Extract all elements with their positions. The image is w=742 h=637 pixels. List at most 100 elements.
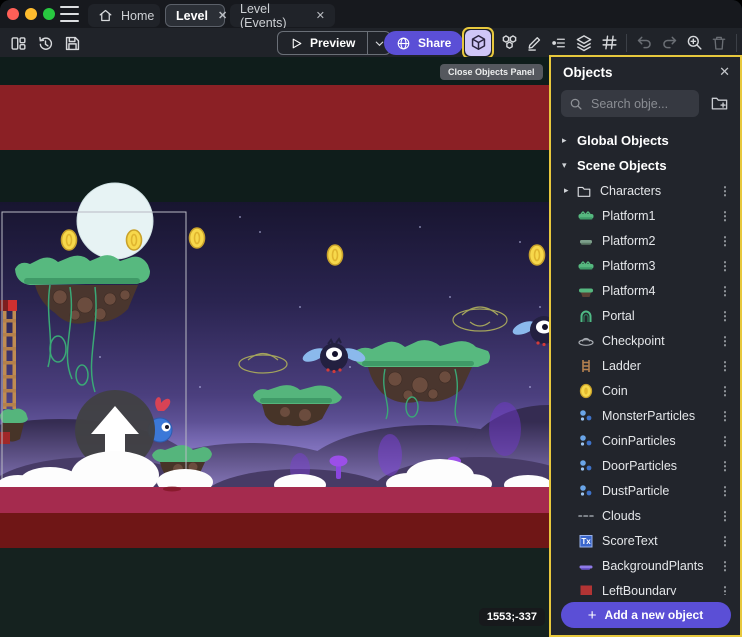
section-scene-objects[interactable]: ▾ Scene Objects	[551, 153, 740, 178]
kebab-menu-icon[interactable]: ⋮	[719, 484, 731, 498]
maximize-window-button[interactable]	[43, 8, 55, 20]
chevron-down-icon[interactable]: ▾	[562, 160, 570, 171]
panels-layout-icon[interactable]	[6, 31, 30, 55]
platform-moss-icon	[577, 232, 595, 250]
text-icon: Tx	[577, 532, 595, 550]
menu-icon[interactable]	[60, 6, 79, 22]
object-label: Platform2	[602, 234, 656, 248]
kebab-menu-icon[interactable]: ⋮	[719, 259, 731, 273]
close-panel-icon[interactable]: ✕	[719, 64, 730, 80]
object-row-coin[interactable]: Coin ⋮	[551, 378, 740, 403]
object-row-scoretext[interactable]: TxScoreText⋮	[551, 528, 740, 553]
scene-editor-canvas[interactable]: 1553;-337	[0, 57, 551, 637]
close-tab-icon[interactable]: ✕	[316, 9, 325, 22]
chevron-right-icon[interactable]: ▸	[562, 135, 570, 146]
tutorial-highlight-box	[462, 27, 494, 59]
kebab-menu-icon[interactable]: ⋮	[719, 459, 731, 473]
bottom-band-dark-red[interactable]	[0, 513, 551, 548]
platform-dirt-icon	[577, 282, 595, 300]
section-global-objects[interactable]: ▸Global Objects	[551, 128, 740, 153]
preview-button[interactable]: Preview	[278, 32, 368, 54]
add-new-object-button[interactable]: + Add a new object	[561, 602, 731, 628]
kebab-menu-icon[interactable]: ⋮	[719, 284, 731, 298]
object-label: Platform1	[602, 209, 656, 223]
particles-icon	[577, 432, 595, 450]
object-label: LeftBoundary	[602, 584, 676, 596]
add-folder-icon[interactable]	[706, 91, 732, 117]
close-tab-icon[interactable]: ✕	[218, 9, 227, 22]
object-label: Portal	[602, 309, 635, 323]
kebab-menu-icon[interactable]: ⋮	[719, 359, 731, 373]
kebab-menu-icon[interactable]: ⋮	[719, 234, 731, 248]
object-row-dustparticle[interactable]: DustParticle⋮	[551, 478, 740, 503]
undo-icon[interactable]	[632, 31, 656, 55]
share-button[interactable]: Share	[384, 31, 463, 55]
object-row-doorparticles[interactable]: DoorParticles ⋮	[551, 453, 740, 478]
object-label: DoorParticles	[602, 459, 677, 473]
chevron-right-icon[interactable]: ▸	[564, 185, 575, 196]
objects-panel: Objects ✕ ▸Global Objects ▾ Scene Objects ▸…	[549, 55, 742, 637]
object-row-ladder[interactable]: Ladder⋮	[551, 353, 740, 378]
kebab-menu-icon[interactable]: ⋮	[719, 209, 731, 223]
coin	[190, 228, 205, 248]
kebab-menu-icon[interactable]: ⋮	[719, 584, 731, 596]
object-groups-icon[interactable]	[497, 31, 521, 55]
redo-icon[interactable]	[657, 31, 681, 55]
objects-panel-icon[interactable]	[465, 30, 491, 56]
layers-icon[interactable]	[572, 31, 596, 55]
kebab-menu-icon[interactable]: ⋮	[719, 334, 731, 348]
bottom-band-raspberry[interactable]	[0, 487, 551, 513]
moon[interactable]	[77, 183, 153, 259]
kebab-menu-icon[interactable]: ⋮	[719, 184, 731, 198]
object-row-platform3[interactable]: Platform3⋮	[551, 253, 740, 278]
object-row-portal[interactable]: Portal ⋮	[551, 303, 740, 328]
kebab-menu-icon[interactable]: ⋮	[719, 384, 731, 398]
kebab-menu-icon[interactable]: ⋮	[719, 559, 731, 573]
objects-panel-header: Objects ✕	[551, 57, 740, 85]
panel-title: Objects	[563, 65, 613, 80]
object-label: Clouds	[602, 509, 641, 523]
object-row-checkpoint[interactable]: Checkpoint⋮	[551, 328, 740, 353]
tab-level-events[interactable]: Level (Events) ✕	[230, 4, 335, 27]
particles-icon	[577, 407, 595, 425]
kebab-menu-icon[interactable]: ⋮	[719, 509, 731, 523]
object-row-leftboundary[interactable]: LeftBoundary ⋮	[551, 578, 740, 595]
search-input[interactable]	[589, 96, 683, 112]
object-row-platform2[interactable]: Platform2 ⋮	[551, 228, 740, 253]
object-row-clouds[interactable]: Clouds ⋮	[551, 503, 740, 528]
scene	[0, 57, 551, 637]
trash-icon[interactable]	[707, 31, 731, 55]
tooltip: Close Objects Panel	[440, 64, 543, 80]
coin	[530, 245, 545, 265]
history-icon[interactable]	[33, 31, 57, 55]
grid-icon[interactable]	[597, 31, 621, 55]
object-label: CoinParticles	[602, 434, 676, 448]
kebab-menu-icon[interactable]: ⋮	[719, 309, 731, 323]
globe-icon	[396, 36, 411, 51]
object-row-characters[interactable]: ▸Characters⋮	[551, 178, 740, 203]
object-row-platform4[interactable]: Platform4 ⋮	[551, 278, 740, 303]
zoom-in-icon[interactable]	[682, 31, 706, 55]
save-icon[interactable]	[60, 31, 84, 55]
minimize-window-button[interactable]	[25, 8, 37, 20]
object-label: Platform4	[602, 284, 656, 298]
object-row-monsterparticles[interactable]: MonsterParticles⋮	[551, 403, 740, 428]
kebab-menu-icon[interactable]: ⋮	[719, 409, 731, 423]
object-row-platform1[interactable]: Platform1 ⋮	[551, 203, 740, 228]
particles-icon	[577, 482, 595, 500]
section-label: Scene Objects	[577, 158, 667, 173]
kebab-menu-icon[interactable]: ⋮	[719, 534, 731, 548]
object-row-backgroundplants[interactable]: BackgroundPlants⋮	[551, 553, 740, 578]
top-boundary-band[interactable]	[0, 85, 551, 150]
object-row-coinparticles[interactable]: CoinParticles ⋮	[551, 428, 740, 453]
close-window-button[interactable]	[7, 8, 19, 20]
tab-home[interactable]: Home	[88, 4, 160, 27]
instances-list-icon[interactable]	[547, 31, 571, 55]
object-label: Coin	[602, 384, 628, 398]
tab-level[interactable]: Level ✕	[165, 4, 225, 27]
coin	[328, 245, 343, 265]
svg-text:Tx: Tx	[581, 537, 591, 546]
kebab-menu-icon[interactable]: ⋮	[719, 434, 731, 448]
edit-pencil-icon[interactable]	[522, 31, 546, 55]
search-objects-input[interactable]	[561, 90, 699, 117]
